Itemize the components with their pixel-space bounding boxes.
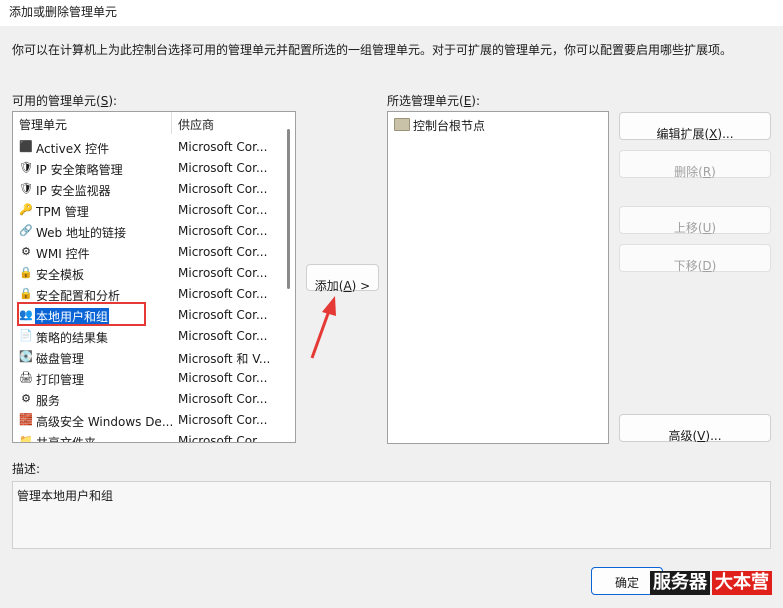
firewall-icon: 🧱	[19, 413, 33, 426]
snapin-vendor: Microsoft Cor...	[178, 413, 268, 427]
web-link-icon: 🔗	[19, 224, 33, 237]
snapin-name: 安全模板	[36, 268, 85, 282]
title-bar	[0, 0, 783, 26]
snapin-name: 共享文件夹	[36, 436, 97, 443]
description-box: 管理本地用户和组	[12, 481, 771, 549]
snapin-name: TPM 管理	[36, 205, 89, 219]
activex-icon: ⬛	[19, 140, 33, 153]
snapin-name: 服务	[36, 394, 61, 408]
red-arrow-annotation	[310, 296, 336, 359]
add-button[interactable]: 添加(A) >	[306, 264, 379, 293]
snapin-row[interactable]: 🔗 Web 地址的链接 Microsoft Cor...	[13, 221, 283, 242]
snapin-name: IP 安全策略管理	[36, 163, 123, 177]
snapin-row[interactable]: 📁 共享文件夹 Microsoft Cor...	[13, 431, 283, 443]
ip-monitor-icon: 🛡	[19, 182, 33, 195]
snapin-name: 高级安全 Windows De...	[36, 415, 174, 429]
shared-folder-icon: 📁	[19, 434, 33, 443]
snapin-vendor: Microsoft Cor...	[178, 266, 268, 280]
highlight-box	[17, 302, 146, 326]
selected-snapins-list[interactable]: 控制台根节点	[387, 111, 609, 444]
snapin-vendor: Microsoft Cor...	[178, 434, 268, 443]
snapin-vendor: Microsoft Cor...	[178, 329, 268, 343]
snapin-row[interactable]: ⬛ ActiveX 控件 Microsoft Cor...	[13, 137, 283, 158]
snapin-name: 策略的结果集	[36, 331, 109, 345]
snapin-row[interactable]: 🛡 IP 安全策略管理 Microsoft Cor...	[13, 158, 283, 179]
snapin-vendor: Microsoft Cor...	[178, 308, 268, 322]
window-title: 添加或删除管理单元	[9, 5, 118, 19]
watermark-badge-1: 服务器	[650, 571, 710, 595]
snapin-name: 磁盘管理	[36, 352, 85, 366]
snapin-rows: ⬛ ActiveX 控件 Microsoft Cor... 🛡 IP 安全策略管理 Mic…	[13, 137, 283, 443]
snapin-name: Web 地址的链接	[36, 226, 126, 240]
snapin-row[interactable]: 🔑 TPM 管理 Microsoft Cor...	[13, 200, 283, 221]
snapin-vendor: Microsoft 和 V...	[178, 352, 271, 366]
snapin-row[interactable]: 🔒 安全模板 Microsoft Cor...	[13, 263, 283, 284]
snapin-row[interactable]: 📄 策略的结果集 Microsoft Cor...	[13, 326, 283, 347]
console-root-node[interactable]: 控制台根节点	[394, 117, 485, 134]
snapin-vendor: Microsoft Cor...	[178, 287, 268, 301]
snapin-row[interactable]: ⚙ 服务 Microsoft Cor...	[13, 389, 283, 410]
selected-label: 所选管理单元(E):	[387, 94, 481, 108]
ip-policy-icon: 🛡	[19, 161, 33, 174]
move-up-button[interactable]: 上移(U)	[619, 206, 771, 235]
snapin-name: 打印管理	[36, 373, 85, 387]
snapin-vendor: Microsoft Cor...	[178, 182, 268, 196]
disk-icon: 💽	[19, 350, 33, 363]
folder-icon	[394, 118, 410, 131]
snapin-name: ActiveX 控件	[36, 142, 110, 156]
move-down-button[interactable]: 下移(D)	[619, 244, 771, 273]
intro-text: 你可以在计算机上为此控制台选择可用的管理单元并配置所选的一组管理单元。对于可扩展…	[12, 43, 733, 57]
services-icon: ⚙	[21, 392, 31, 405]
security-template-icon: 🔒	[19, 266, 33, 279]
available-label: 可用的管理单元(S):	[12, 94, 118, 108]
wmi-icon: ⚙	[21, 245, 31, 258]
security-analysis-icon: 🔒	[19, 287, 33, 300]
snapin-vendor: Microsoft Cor...	[178, 140, 268, 154]
snapin-row[interactable]: 💽 磁盘管理 Microsoft 和 V...	[13, 347, 283, 368]
edit-extensions-button[interactable]: 编辑扩展(X)...	[619, 112, 771, 141]
remove-button[interactable]: 删除(R)	[619, 150, 771, 179]
snapin-vendor: Microsoft Cor...	[178, 161, 268, 175]
rsop-icon: 📄	[19, 329, 33, 342]
watermark-badge-2: 大本营	[712, 571, 772, 595]
snapin-row[interactable]: 🛡 IP 安全监视器 Microsoft Cor...	[13, 179, 283, 200]
tpm-icon: 🔑	[19, 203, 33, 216]
printer-icon: 🖨	[19, 371, 33, 384]
snapin-name: IP 安全监视器	[36, 184, 111, 198]
snapin-row[interactable]: 🖨 打印管理 Microsoft Cor...	[13, 368, 283, 389]
snapin-vendor: Microsoft Cor...	[178, 371, 268, 385]
vertical-scrollbar[interactable]	[281, 112, 295, 442]
snapin-name: WMI 控件	[36, 247, 90, 261]
snapin-row[interactable]: ⚙ WMI 控件 Microsoft Cor...	[13, 242, 283, 263]
col-header-vendor[interactable]: 供应商	[178, 116, 214, 133]
list-header: 管理单元 供应商	[13, 112, 283, 134]
advanced-button[interactable]: 高级(V)...	[619, 414, 771, 443]
description-label: 描述:	[12, 462, 41, 476]
snapin-vendor: Microsoft Cor...	[178, 224, 268, 238]
snapin-vendor: Microsoft Cor...	[178, 203, 268, 217]
snapin-row[interactable]: 🧱 高级安全 Windows De... Microsoft Cor...	[13, 410, 283, 431]
available-snapins-list[interactable]: 管理单元 供应商 ⬛ ActiveX 控件 Microsoft Cor... 🛡 IP …	[12, 111, 296, 443]
col-header-name[interactable]: 管理单元	[19, 116, 67, 133]
scrollbar-thumb[interactable]	[287, 129, 290, 289]
snapin-vendor: Microsoft Cor...	[178, 392, 268, 406]
description-text: 管理本地用户和组	[17, 489, 114, 503]
snapin-vendor: Microsoft Cor...	[178, 245, 268, 259]
